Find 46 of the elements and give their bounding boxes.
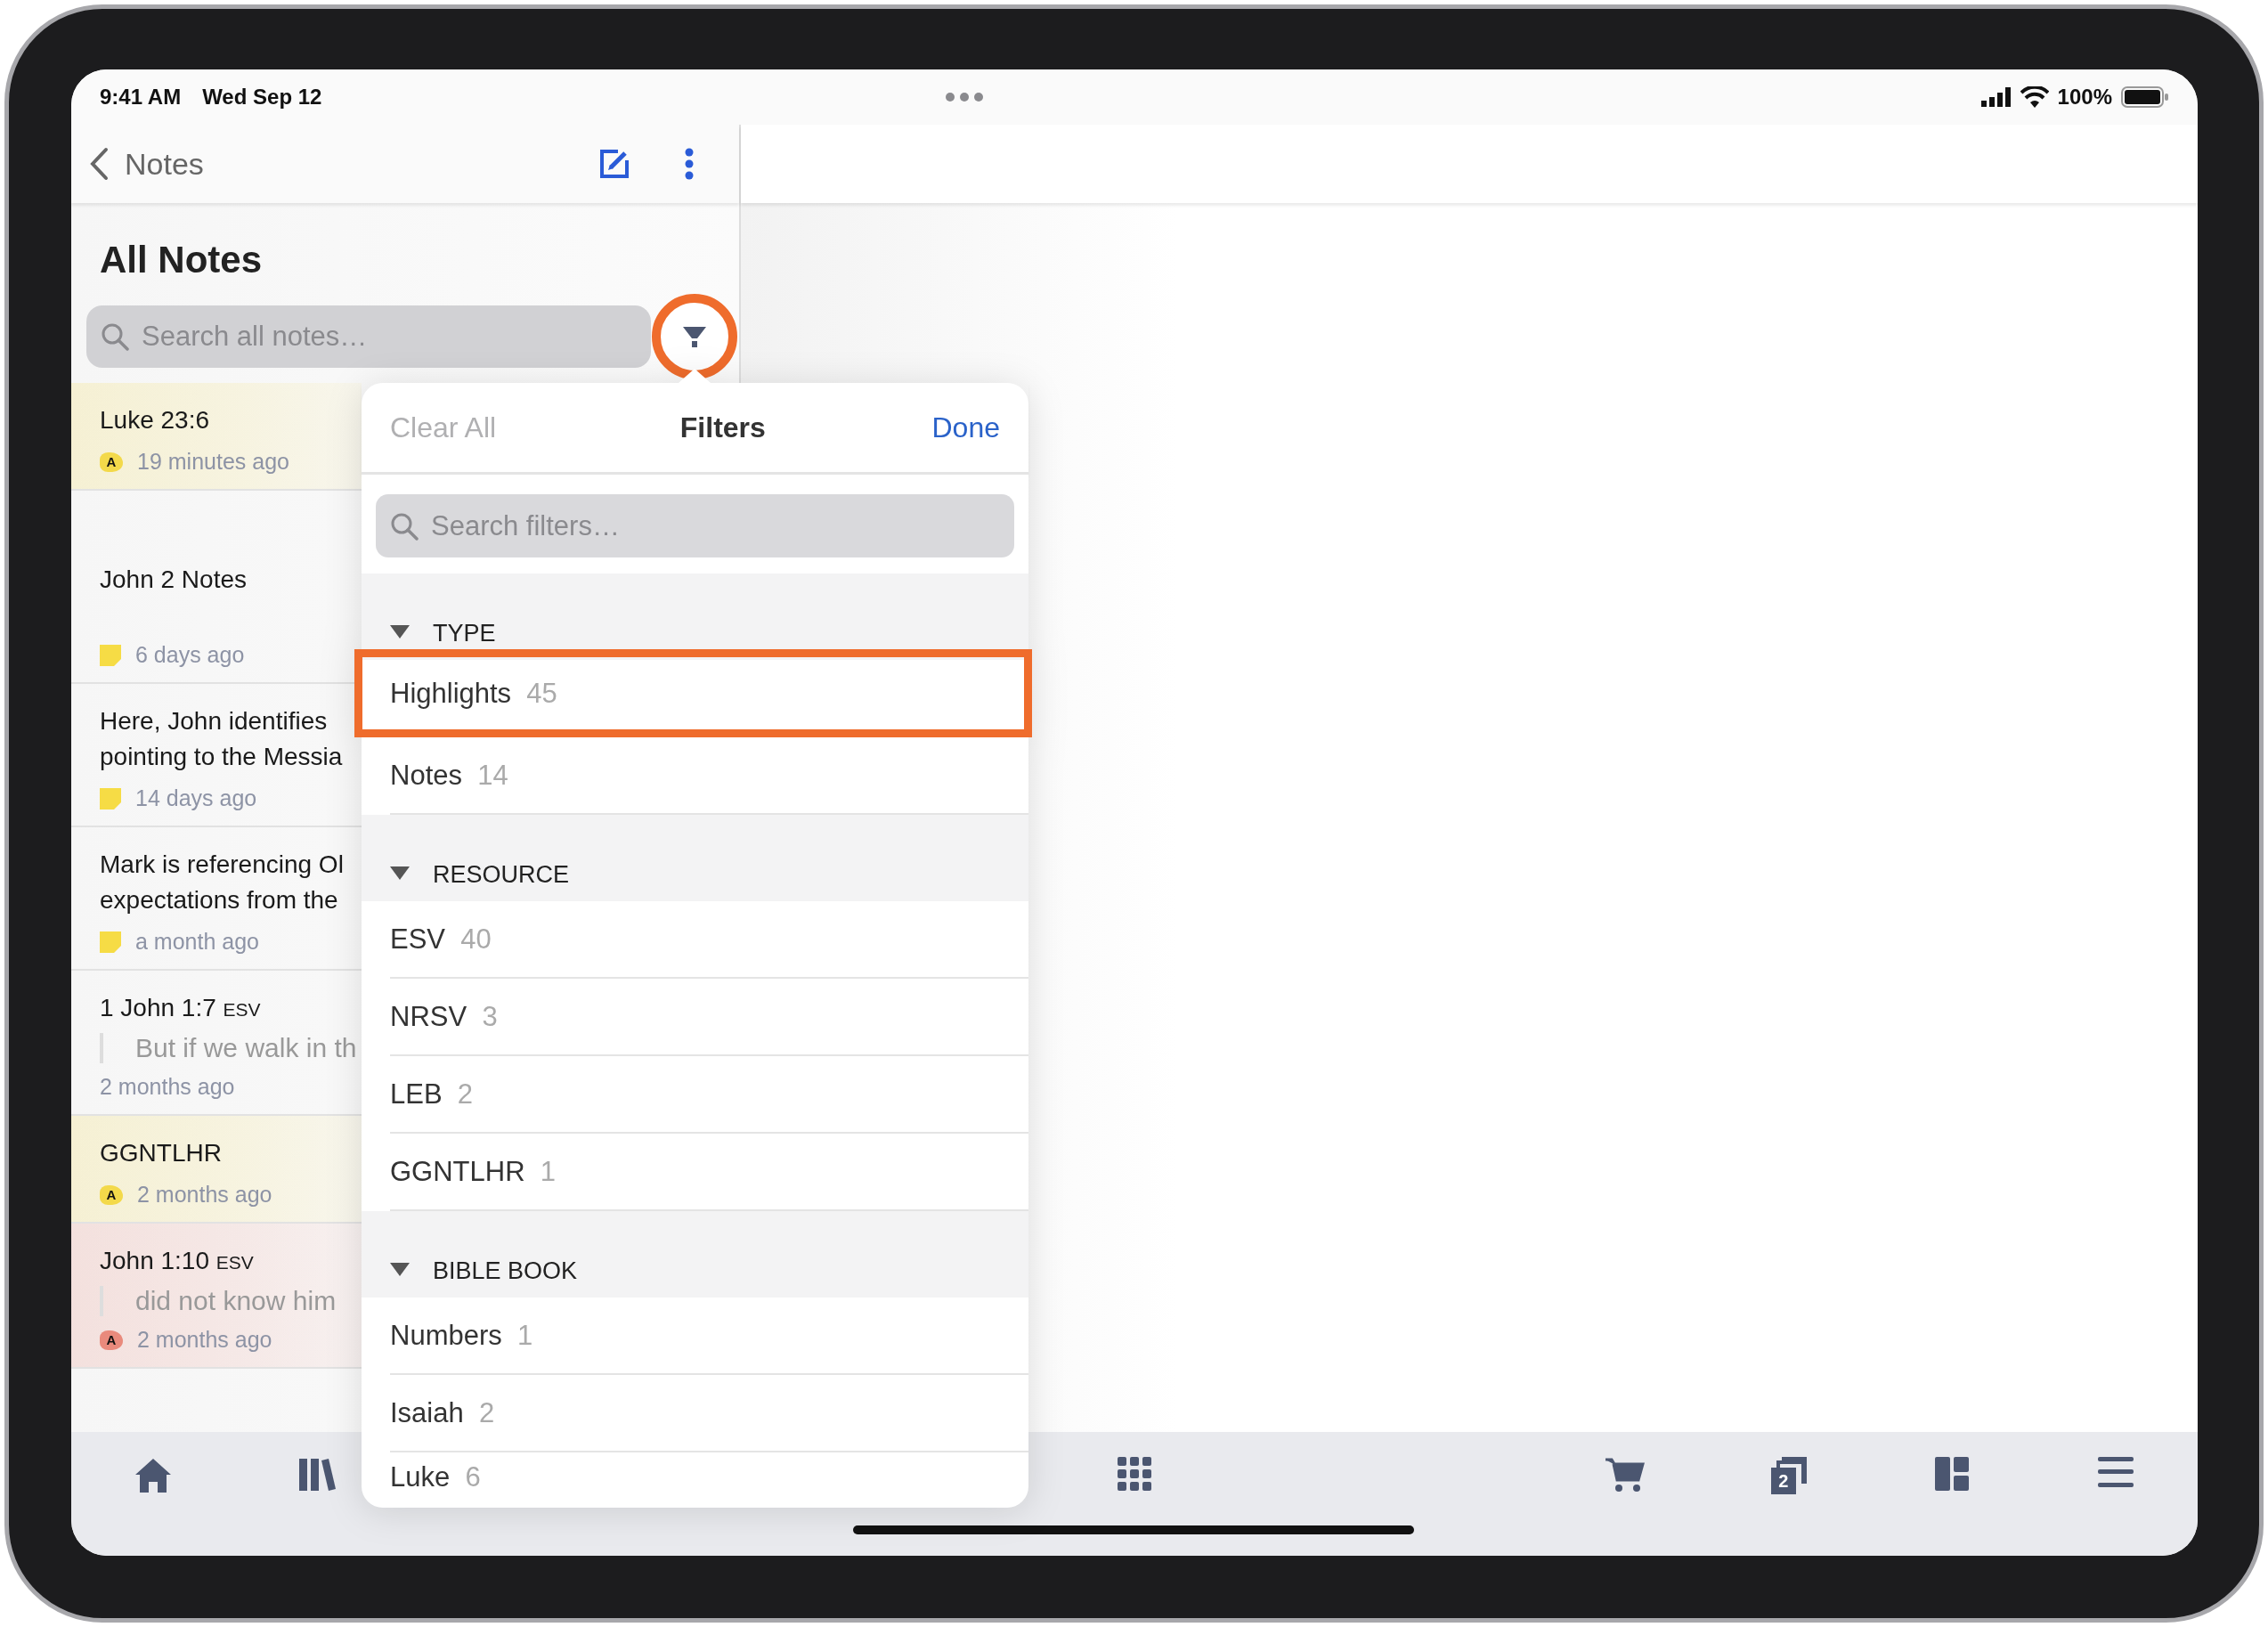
note-title: Here, John identifies (100, 706, 328, 736)
battery-percent: 100% (2057, 85, 2112, 110)
note-time: 2 months ago (137, 1327, 272, 1353)
section-header[interactable]: TYPE (362, 574, 1028, 660)
status-time: 9:41 AM (100, 85, 182, 110)
note-title: pointing to the Messia (100, 742, 343, 772)
section-header[interactable]: BIBLE BOOK (362, 1211, 1028, 1298)
section-title: BIBLE BOOK (433, 1257, 578, 1285)
filter-item[interactable]: LEB 2 (390, 1056, 1028, 1134)
note-title: John 1:10 ESV (100, 1246, 254, 1276)
note-time: a month ago (135, 929, 259, 955)
note-time: 2 months ago (100, 1074, 235, 1100)
filter-item[interactable]: Isaiah 2 (390, 1375, 1028, 1452)
back-button[interactable]: Notes (89, 146, 204, 182)
note-title: 1 John 1:7 ESV (100, 993, 261, 1023)
page-title: All Notes (99, 238, 264, 282)
highlight-badge: A (100, 1330, 123, 1350)
section-title: RESOURCE (433, 861, 570, 889)
note-title: John 2 Notes (100, 565, 247, 595)
popover-title: Filters (679, 411, 766, 444)
filter-item[interactable]: Luke 6 (390, 1452, 1028, 1508)
filter-item[interactable]: Highlights 45 (354, 649, 1032, 737)
highlight-badge: A (100, 451, 123, 472)
highlight-badge: A (100, 1184, 123, 1205)
quote-text: did not know him (100, 1286, 337, 1316)
status-date: Wed Sep 12 (202, 85, 322, 110)
note-title: GGNTLHR (100, 1138, 222, 1168)
note-time: 6 days ago (135, 642, 245, 668)
section-header[interactable]: RESOURCE (362, 815, 1028, 901)
note-title: expectations from the (100, 885, 338, 915)
note-time: 19 minutes ago (137, 449, 289, 475)
section-title: TYPE (433, 620, 496, 647)
note-row[interactable]: GGNTLHR A 2 months ago (71, 1116, 362, 1224)
note-time: 14 days ago (135, 785, 257, 811)
note-title: Mark is referencing Ol (100, 850, 344, 880)
filter-search-field[interactable]: Search filters… (376, 494, 1014, 557)
note-title: Luke 23:6 (100, 405, 209, 435)
quote-text: But if we walk in th (100, 1033, 357, 1063)
done-button[interactable]: Done (931, 411, 1000, 444)
note-row[interactable]: John 1:10 ESV did not know him A 2 months ago (71, 1224, 362, 1369)
search-field[interactable]: Search all notes… (86, 305, 651, 368)
note-time: 2 months ago (137, 1182, 272, 1208)
note-row[interactable]: Luke 23:6 A 19 minutes ago (71, 383, 362, 491)
filter-item[interactable]: ESV 40 (390, 901, 1028, 979)
filter-item[interactable]: Numbers 1 (390, 1298, 1028, 1375)
filter-item[interactable]: NRSV 3 (390, 979, 1028, 1056)
